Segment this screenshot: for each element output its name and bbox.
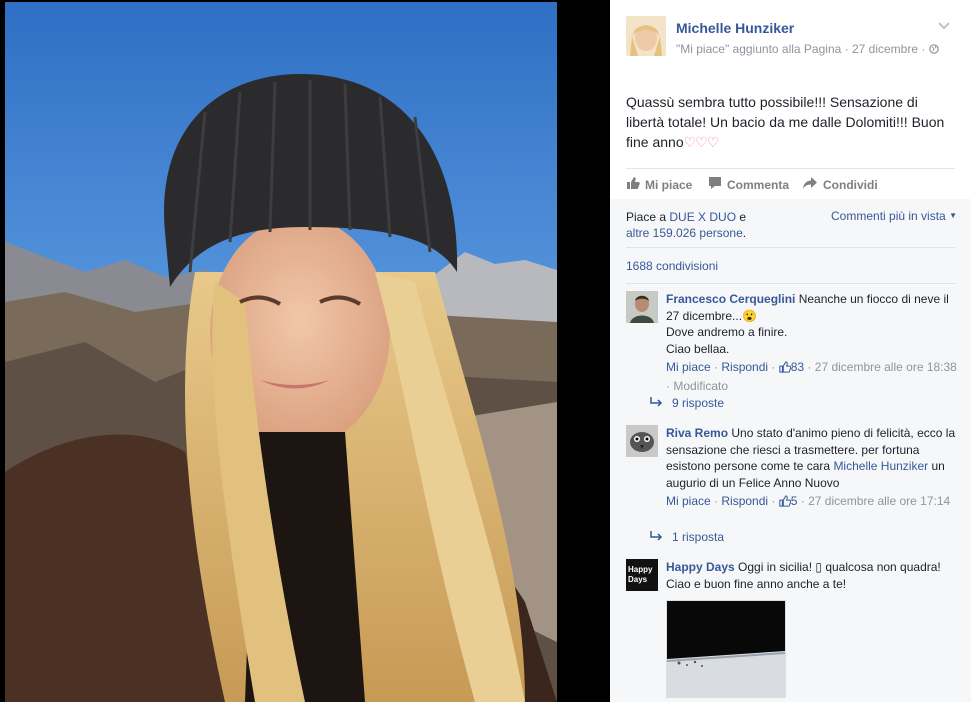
author-name[interactable]: Michelle Hunziker [676, 20, 794, 36]
comment-item: Francesco Cerqueglini Neanche un fiocco … [626, 291, 958, 394]
post-actions: Mi piace Commenta Condividi [626, 170, 961, 198]
other-likers-link[interactable]: altre 159.026 persone [626, 226, 743, 240]
like-count-icon [779, 495, 792, 512]
reply-arrow-icon [650, 396, 664, 410]
comment-text-line: Dove andremo a finire. [666, 325, 788, 339]
likes-summary: Piace a DUE X DUO e altre 159.026 person… [626, 209, 816, 241]
divider [626, 283, 955, 284]
comment-text-line: Ciao bellaa. [666, 341, 730, 356]
commenter-name[interactable]: Happy Days [666, 560, 735, 574]
comment-attachment-image[interactable] [666, 600, 786, 698]
photo-viewer [0, 0, 610, 702]
comment-footer: Mi piace · Rispondi · 83 · 27 dicembre a… [666, 360, 957, 393]
divider [626, 168, 955, 169]
post-text: Quassù sembra tutto possibile!!! Sensazi… [626, 94, 945, 150]
post-photo[interactable] [5, 2, 557, 702]
commenter-avatar[interactable]: Happy Days [626, 559, 658, 591]
comment-date[interactable]: 27 dicembre alle ore 18:38 [815, 360, 957, 374]
share-label: Condividi [823, 177, 878, 192]
shares-link[interactable]: 1688 condivisioni [626, 259, 718, 273]
mention-link[interactable]: Michelle Hunziker [833, 459, 928, 473]
chevron-down-icon[interactable] [937, 18, 951, 32]
like-count-icon [779, 361, 792, 378]
comment-body: Happy Days Oggi in sicilia! ▯ qualcosa n… [666, 559, 958, 698]
comment-reply-link[interactable]: Rispondi [721, 494, 768, 508]
feedback-area: Piace a DUE X DUO e altre 159.026 person… [610, 199, 971, 702]
comment-sort-dropdown[interactable]: Commenti più in vista ▼ [831, 209, 957, 223]
likes-prefix: Piace a [626, 210, 670, 224]
post-meta: "Mi piace" aggiunto alla Pagina · 27 dic… [676, 42, 939, 57]
share-button[interactable]: Condividi [802, 176, 878, 193]
comment-like-count[interactable]: 83 [791, 360, 804, 374]
share-icon [802, 176, 818, 193]
surprised-emoji: 😮 [742, 308, 757, 323]
likes-and: e [736, 210, 747, 224]
comment-item: Happy Days Happy Days Oggi in sicilia! ▯… [626, 559, 956, 699]
comment-date[interactable]: 27 dicembre alle ore 17:14 [808, 494, 950, 508]
comment-like-count[interactable]: 5 [791, 494, 798, 508]
caret-down-icon: ▼ [949, 211, 957, 220]
comment-reply-link[interactable]: Rispondi [721, 360, 768, 374]
heart-emoji: ♡♡♡ [683, 134, 720, 150]
comment-footer: Mi piace · Rispondi · 5 · 27 dicembre al… [666, 493, 958, 512]
comment-body: Francesco Cerqueglini Neanche un fiocco … [666, 291, 958, 394]
post-message: Quassù sembra tutto possibile!!! Sensazi… [626, 92, 956, 152]
comment-label: Commenta [727, 177, 790, 192]
thumbs-up-icon [626, 176, 640, 193]
globe-icon [928, 43, 939, 57]
like-label: Mi piace [645, 177, 693, 192]
replies-count: 9 risposte [672, 396, 725, 410]
reply-arrow-icon [650, 530, 664, 544]
liker-page-link[interactable]: DUE X DUO [669, 210, 736, 224]
view-replies-link[interactable]: 9 risposte [650, 396, 724, 410]
commenter-avatar[interactable] [626, 425, 658, 457]
comment-icon [708, 176, 722, 193]
avatar-text: Happy Days [628, 565, 653, 584]
post-header: Michelle Hunziker "Mi piace" aggiunto al… [626, 14, 961, 64]
likes-suffix: . [742, 226, 747, 240]
view-replies-link[interactable]: 1 risposta [650, 530, 724, 544]
comment-body: Riva Remo Uno stato d'animo pieno di fel… [666, 425, 958, 512]
commenter-avatar[interactable] [626, 291, 658, 323]
post-sidebar: Michelle Hunziker "Mi piace" aggiunto al… [610, 0, 971, 702]
edited-label[interactable]: Modificato [673, 379, 728, 393]
sort-label: Commenti più in vista [831, 209, 946, 223]
author-avatar[interactable] [626, 16, 666, 56]
comment-button[interactable]: Commenta [708, 176, 789, 193]
divider [626, 247, 955, 248]
commenter-name[interactable]: Francesco Cerqueglini [666, 292, 795, 306]
post-meta-text: "Mi piace" aggiunto alla Pagina · 27 dic… [676, 42, 929, 56]
comment-like-link[interactable]: Mi piace [666, 494, 711, 508]
like-button[interactable]: Mi piace [626, 176, 692, 193]
comment-like-link[interactable]: Mi piace [666, 360, 711, 374]
commenter-name[interactable]: Riva Remo [666, 426, 728, 440]
replies-count: 1 risposta [672, 530, 725, 544]
comment-item: Riva Remo Uno stato d'animo pieno di fel… [626, 425, 956, 525]
